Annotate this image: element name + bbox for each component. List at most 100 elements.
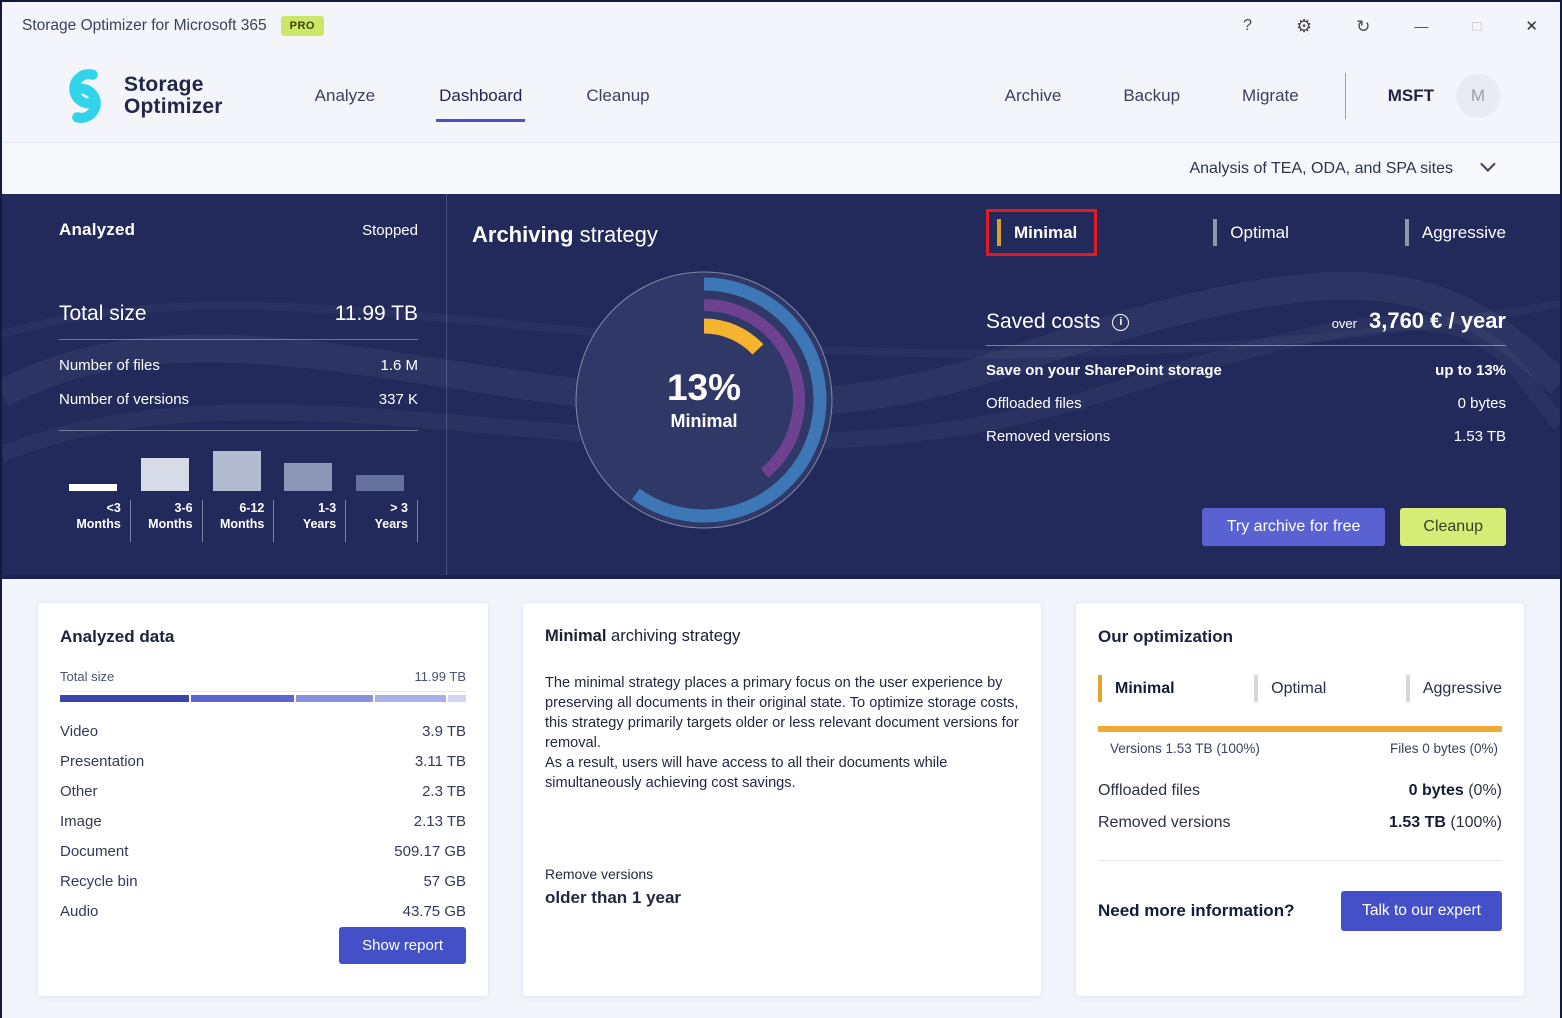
age-bar-group: > 3 Years	[346, 445, 418, 542]
nav-tab-archive[interactable]: Archive	[1005, 86, 1062, 106]
age-bar-label: > 3 Years	[346, 500, 418, 542]
file-type-label: Image	[60, 812, 102, 830]
analyzed-panel: Analyzed Stopped Total size 11.99 TB Num…	[2, 194, 447, 575]
size-segment	[447, 695, 466, 702]
remove-versions-value: older than 1 year	[545, 887, 682, 907]
strategy-description-title: Minimal archiving strategy	[545, 627, 741, 645]
age-bar-label: 1-3 Years	[274, 500, 347, 542]
file-type-label: Presentation	[60, 752, 145, 770]
size-segment	[191, 695, 295, 702]
age-bar-label: 6-12 Months	[203, 500, 275, 542]
saved-costs-row: Removed versions 1.53 TB	[986, 428, 1506, 445]
tenant-label[interactable]: MSFT	[1388, 86, 1434, 106]
file-type-label: Recycle bin	[60, 872, 138, 890]
chevron-down-icon	[1480, 156, 1496, 172]
stat-value: 1.6 M	[380, 357, 418, 374]
nav-tab-backup[interactable]: Backup	[1123, 86, 1180, 106]
age-bar-group: 1-3 Years	[274, 445, 347, 542]
pro-badge: PRO	[280, 16, 324, 36]
secondary-nav: Archive Backup Migrate	[1005, 86, 1299, 106]
age-bar	[284, 463, 333, 491]
analyzed-stat-row: Number of files 1.6 M	[59, 357, 418, 374]
nav-tab-cleanup[interactable]: Cleanup	[586, 86, 649, 106]
age-bar-label: <3 Months	[59, 500, 131, 542]
strategy-tab-aggressive[interactable]: Aggressive	[1404, 219, 1506, 246]
close-button[interactable]: ✕	[1525, 19, 1538, 34]
window-controls: ? ⚙ ↻ — □ ✕	[1243, 17, 1538, 35]
maximize-button[interactable]: □	[1472, 19, 1481, 34]
minimize-button[interactable]: —	[1414, 19, 1428, 33]
strategy-tab-optimal[interactable]: Optimal	[1213, 219, 1289, 246]
nav-tab-migrate[interactable]: Migrate	[1242, 86, 1299, 106]
help-button[interactable]: ?	[1243, 18, 1252, 34]
info-icon[interactable]: i	[1112, 313, 1130, 331]
strategy-tabs: Minimal Optimal Aggressive	[986, 209, 1506, 256]
saved-costs-panel: Minimal Optimal Aggressive Saved costs i o…	[986, 194, 1506, 575]
divider	[1098, 860, 1502, 861]
file-type-size: 3.11 TB	[414, 752, 466, 770]
site-selector[interactable]: Analysis of TEA, ODA, and SPA sites	[2, 142, 1560, 194]
primary-nav: Analyze Dashboard Cleanup	[315, 86, 650, 122]
strategy-description-text: The minimal strategy places a primary fo…	[545, 675, 1019, 791]
show-report-button[interactable]: Show report	[339, 927, 466, 964]
archiving-strategy-panel: Archiving strategy 13% Minimal	[448, 194, 986, 575]
dashboard-cards: Analyzed data Total size 11.99 TB Video 3…	[2, 579, 1560, 1018]
age-bar	[212, 451, 261, 491]
analysis-status: Stopped	[362, 222, 418, 239]
settings-icon-button[interactable]: ⚙	[1296, 17, 1312, 35]
tab-accent-bar	[1098, 675, 1102, 702]
file-type-row: Recycle bin 57 GB	[60, 866, 466, 896]
size-segment	[60, 695, 190, 702]
nav-divider	[1344, 73, 1346, 119]
file-type-label: Document	[60, 842, 129, 860]
optimization-title: Our optimization	[1098, 627, 1234, 646]
analyzed-data-card: Analyzed data Total size 11.99 TB Video 3…	[37, 602, 489, 997]
tab-accent-bar	[1254, 675, 1259, 702]
optimization-row: Offloaded files 0 bytes (0%)	[1098, 782, 1502, 800]
strategy-tab-minimal[interactable]: Minimal	[1098, 675, 1175, 702]
try-archive-button[interactable]: Try archive for free	[1201, 508, 1386, 546]
versions-split-label: Versions 1.53 TB (100%)	[1110, 741, 1260, 756]
tab-accent-bar	[1405, 675, 1410, 702]
file-type-label: Video	[60, 722, 99, 740]
logo-icon	[69, 69, 101, 123]
tab-accent-bar	[997, 219, 1001, 246]
saved-costs-row-value: 0 bytes	[1457, 395, 1506, 412]
file-type-size: 509.17 GB	[394, 842, 466, 860]
tab-label: Aggressive	[1421, 222, 1506, 242]
optimization-row-label: Removed versions	[1098, 814, 1231, 831]
size-segment	[374, 695, 446, 702]
tab-accent-bar	[1404, 219, 1409, 246]
nav-tab-dashboard[interactable]: Dashboard	[436, 86, 526, 122]
tab-label: Minimal	[1014, 222, 1078, 242]
cleanup-button[interactable]: Cleanup	[1400, 508, 1506, 546]
archiving-strategy-title: Archiving strategy	[472, 222, 658, 247]
analyzed-data-title: Analyzed data	[60, 627, 175, 646]
optimization-row-value: 0 bytes (0%)	[1408, 782, 1502, 799]
analyzed-stat-row: Number of versions 337 K	[59, 391, 418, 408]
saved-costs-row-value: 1.53 TB	[1453, 428, 1506, 445]
strategy-tab-minimal[interactable]: Minimal	[997, 219, 1077, 246]
saved-costs-rows: Save on your SharePoint storage up to 13%…	[986, 362, 1506, 445]
tab-label: Aggressive	[1422, 679, 1502, 697]
saved-costs-over-label: over	[1331, 316, 1357, 331]
saved-costs-title: Saved costs	[986, 310, 1101, 333]
nav-tab-analyze[interactable]: Analyze	[315, 86, 375, 106]
tab-label: Optimal	[1271, 679, 1327, 697]
refresh-icon-button[interactable]: ↻	[1356, 18, 1370, 35]
strategy-tab-aggressive[interactable]: Aggressive	[1405, 675, 1502, 702]
optimization-row-value: 1.53 TB (100%)	[1389, 814, 1502, 831]
tab-accent-bar	[1213, 219, 1218, 246]
saved-costs-row: Save on your SharePoint storage up to 13%	[986, 362, 1506, 379]
saved-costs-row-value: up to 13%	[1435, 362, 1506, 379]
logo-text: Storage Optimizer	[124, 72, 223, 118]
stat-value: 337 K	[378, 391, 418, 408]
age-bar-group: 3-6 Months	[131, 445, 203, 542]
talk-to-expert-button[interactable]: Talk to our expert	[1341, 891, 1502, 931]
size-breakdown-rows: Video 3.9 TB Presentation 3.11 TB Other 2.3 T…	[60, 716, 466, 926]
file-type-size: 2.13 TB	[413, 812, 466, 830]
strategy-tab-optimal[interactable]: Optimal	[1254, 675, 1326, 702]
avatar[interactable]: M	[1456, 74, 1500, 118]
tab-label: Minimal	[1115, 679, 1175, 697]
file-type-row: Document 509.17 GB	[60, 836, 466, 866]
